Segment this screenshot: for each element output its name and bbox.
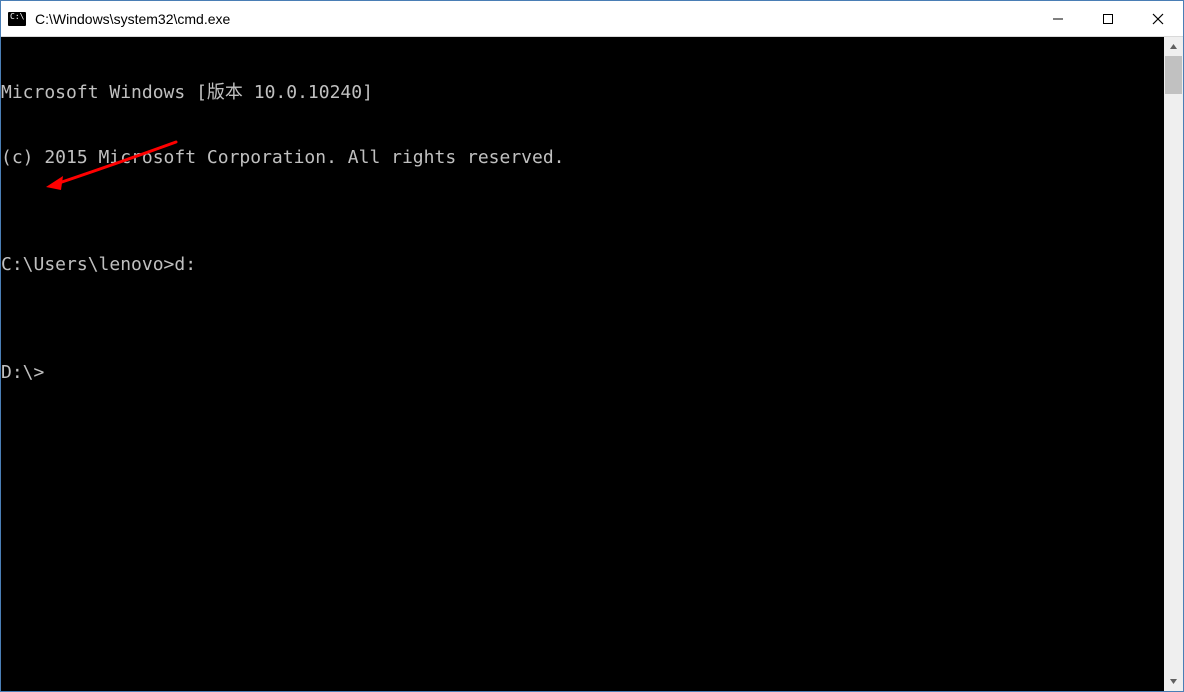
chevron-down-icon: [1169, 677, 1178, 686]
console-output[interactable]: Microsoft Windows [版本 10.0.10240] (c) 20…: [1, 37, 1164, 691]
scrollbar-thumb[interactable]: [1165, 56, 1182, 94]
console-line: C:\Users\lenovo>d:: [1, 254, 1164, 276]
close-button[interactable]: [1133, 1, 1183, 36]
window-controls: [1033, 1, 1183, 36]
maximize-button[interactable]: [1083, 1, 1133, 36]
maximize-icon: [1102, 13, 1114, 25]
console-line: Microsoft Windows [版本 10.0.10240]: [1, 82, 1164, 104]
scrollbar-down-button[interactable]: [1164, 672, 1183, 691]
cmd-window: C:\Windows\system32\cmd.exe Micr: [0, 0, 1184, 692]
vertical-scrollbar[interactable]: [1164, 37, 1183, 691]
console-area[interactable]: Microsoft Windows [版本 10.0.10240] (c) 20…: [1, 37, 1183, 691]
console-line: D:\>: [1, 362, 1164, 384]
scrollbar-track[interactable]: [1164, 56, 1183, 672]
close-icon: [1152, 13, 1164, 25]
scrollbar-up-button[interactable]: [1164, 37, 1183, 56]
console-line: (c) 2015 Microsoft Corporation. All righ…: [1, 147, 1164, 169]
minimize-icon: [1052, 13, 1064, 25]
window-title: C:\Windows\system32\cmd.exe: [35, 11, 1033, 27]
chevron-up-icon: [1169, 42, 1178, 51]
titlebar[interactable]: C:\Windows\system32\cmd.exe: [1, 1, 1183, 37]
cmd-icon: [7, 11, 27, 27]
minimize-button[interactable]: [1033, 1, 1083, 36]
